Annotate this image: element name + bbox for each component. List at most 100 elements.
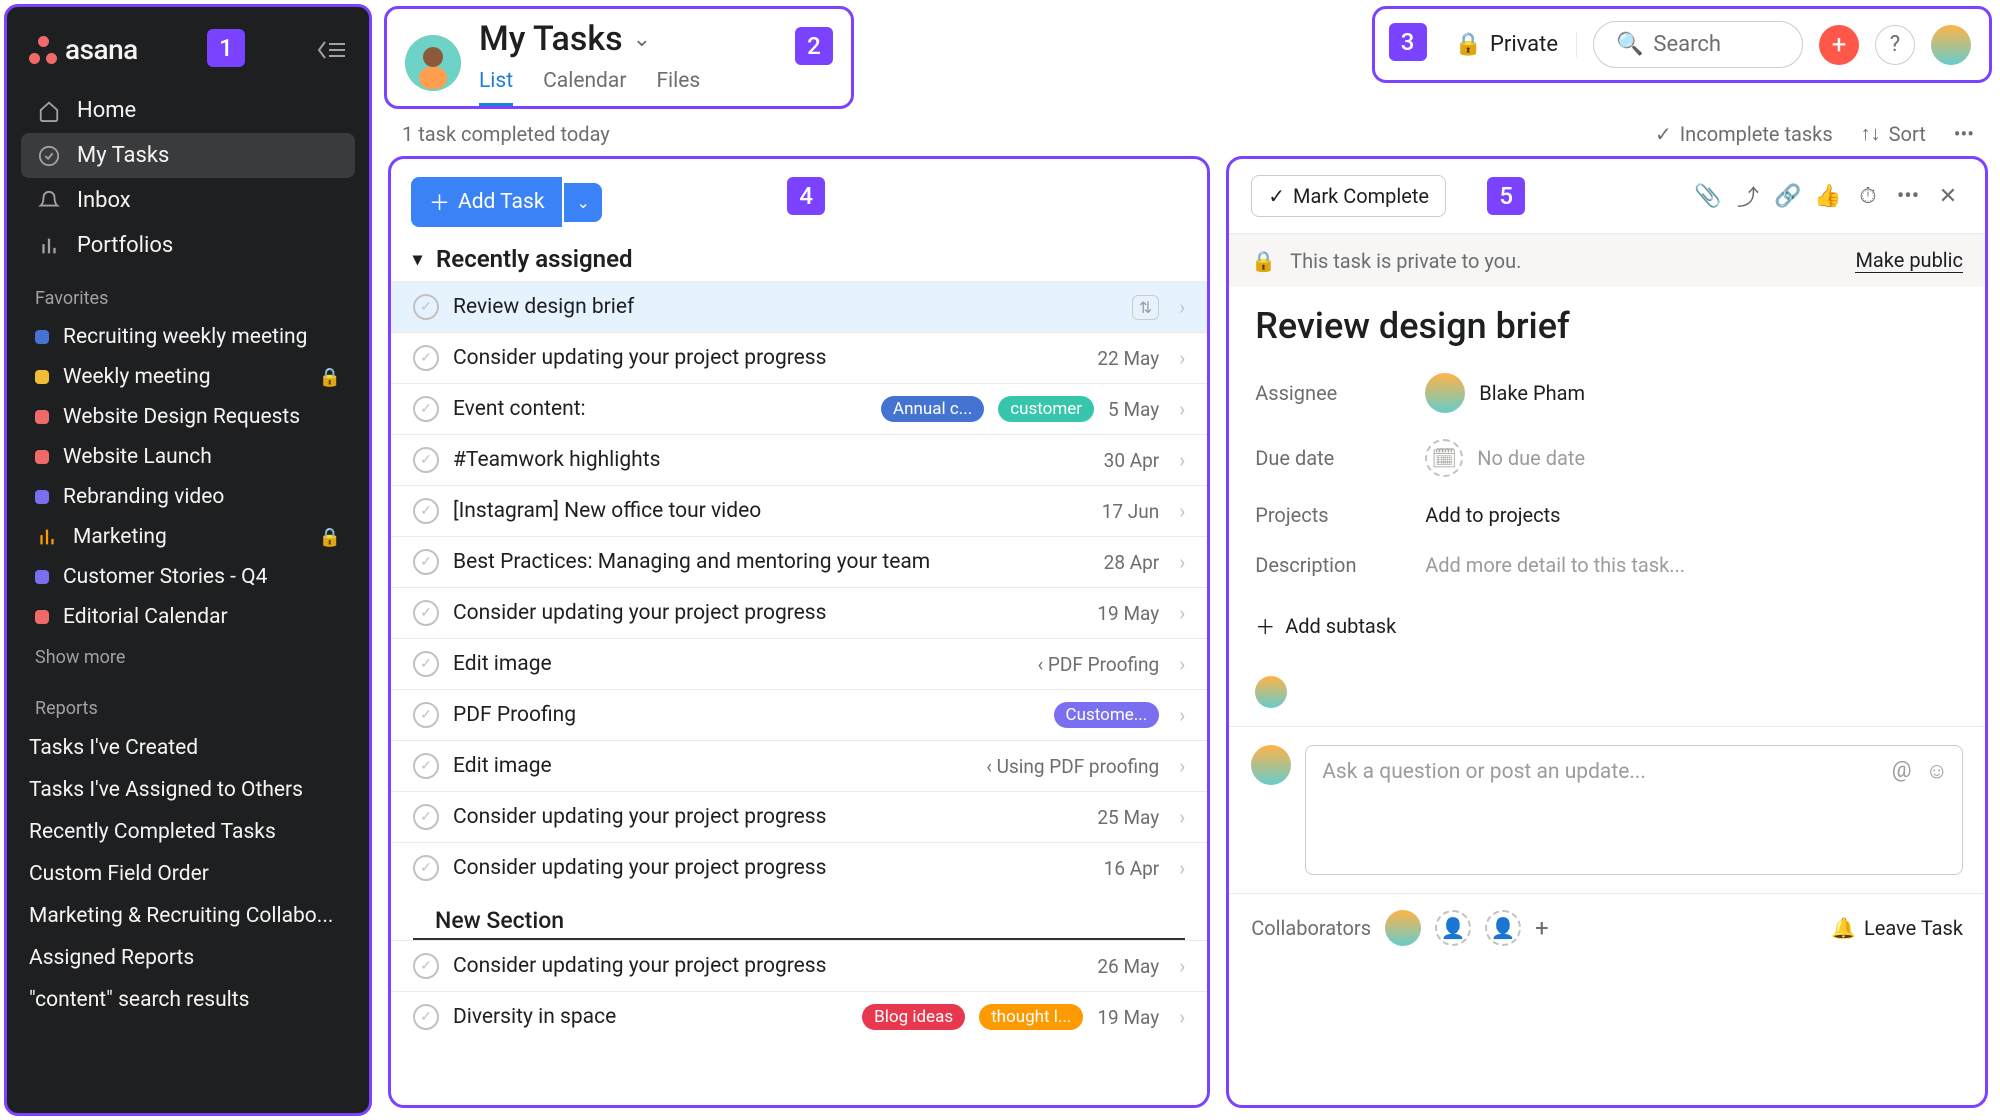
chevron-right-icon: ›	[1179, 295, 1185, 319]
color-dot	[35, 570, 49, 584]
mention-icon[interactable]: @	[1892, 758, 1912, 784]
favorite-item[interactable]: Website Design Requests	[7, 397, 369, 437]
complete-toggle[interactable]: ✓	[413, 294, 439, 320]
task-row[interactable]: ✓Consider updating your project progress…	[391, 332, 1207, 383]
make-public-link[interactable]: Make public	[1855, 248, 1963, 273]
nav-item-my-tasks[interactable]: My Tasks	[21, 133, 355, 178]
task-row[interactable]: ✓[Instagram] New office tour video17 Jun…	[391, 485, 1207, 536]
favorite-item[interactable]: Customer Stories - Q4	[7, 557, 369, 597]
task-tag[interactable]: thought l...	[979, 1004, 1083, 1030]
favorite-item[interactable]: Editorial Calendar	[7, 597, 369, 637]
help-button[interactable]: ?	[1875, 25, 1915, 65]
more-icon[interactable]: •••	[1893, 184, 1923, 209]
favorite-item[interactable]: Weekly meeting🔒	[7, 357, 369, 397]
more-icon[interactable]: •••	[1954, 122, 1974, 146]
link-icon[interactable]: 🔗	[1773, 184, 1803, 209]
add-subtask-button[interactable]: ＋ Add subtask	[1255, 603, 1959, 640]
task-tag[interactable]: customer	[998, 396, 1094, 422]
tab-list[interactable]: List	[479, 63, 513, 106]
search-input[interactable]: 🔍 Search	[1593, 21, 1803, 68]
add-collaborator-slot[interactable]: 👤	[1485, 910, 1521, 946]
task-row[interactable]: ✓Consider updating your project progress…	[391, 587, 1207, 638]
complete-toggle[interactable]: ✓	[413, 396, 439, 422]
emoji-icon[interactable]: ☺	[1926, 758, 1948, 784]
assignee-value[interactable]: Blake Pham	[1425, 373, 1585, 413]
complete-toggle[interactable]: ✓	[413, 753, 439, 779]
task-row[interactable]: ✓Edit image‹ PDF Proofing›	[391, 638, 1207, 689]
complete-toggle[interactable]: ✓	[413, 1004, 439, 1030]
description-value[interactable]: Add more detail to this task...	[1425, 553, 1685, 577]
task-row[interactable]: ✓Review design brief⇅›	[391, 281, 1207, 332]
report-item[interactable]: "content" search results	[7, 979, 369, 1021]
complete-toggle[interactable]: ✓	[413, 702, 439, 728]
nav-item-home[interactable]: Home	[21, 88, 355, 133]
favorite-item[interactable]: Rebranding video	[7, 477, 369, 517]
task-tag[interactable]: Blog ideas	[862, 1004, 965, 1030]
task-tag[interactable]: Custome...	[1054, 702, 1160, 728]
attachment-icon[interactable]: 📎	[1693, 184, 1723, 209]
task-row[interactable]: ✓#Teamwork highlights30 Apr›	[391, 434, 1207, 485]
report-item[interactable]: Assigned Reports	[7, 937, 369, 979]
timer-icon[interactable]: ⏱	[1853, 184, 1883, 209]
like-icon[interactable]: 👍	[1813, 184, 1843, 209]
add-task-button[interactable]: ＋ Add Task	[411, 177, 562, 227]
section-recently-assigned[interactable]: ▾ Recently assigned	[391, 237, 1207, 281]
mark-complete-button[interactable]: ✓ Mark Complete	[1251, 175, 1446, 217]
due-date-value[interactable]: 🗓 No due date	[1425, 439, 1585, 477]
task-tag[interactable]: Annual c...	[881, 396, 984, 422]
task-row[interactable]: ✓Edit image‹ Using PDF proofing›	[391, 740, 1207, 791]
plus-icon: ＋	[429, 187, 450, 217]
report-item[interactable]: Tasks I've Created	[7, 727, 369, 769]
task-row[interactable]: ✓Consider updating your project progress…	[391, 842, 1207, 893]
tab-calendar[interactable]: Calendar	[543, 63, 626, 106]
show-more-link[interactable]: Show more	[7, 637, 369, 678]
complete-toggle[interactable]: ✓	[413, 498, 439, 524]
user-avatar[interactable]	[405, 35, 461, 91]
task-title[interactable]: Review design brief	[1255, 305, 1959, 347]
complete-toggle[interactable]: ✓	[413, 600, 439, 626]
add-task-dropdown[interactable]: ⌄	[564, 183, 601, 222]
complete-toggle[interactable]: ✓	[413, 804, 439, 830]
leave-task-button[interactable]: 🔔 Leave Task	[1831, 916, 1963, 940]
collapse-sidebar-icon[interactable]	[317, 38, 347, 62]
complete-toggle[interactable]: ✓	[413, 345, 439, 371]
details-icon[interactable]: ⇅	[1132, 295, 1159, 320]
task-row[interactable]: ✓Consider updating your project progress…	[391, 940, 1207, 991]
due-date-label: Due date	[1255, 446, 1385, 470]
complete-toggle[interactable]: ✓	[413, 855, 439, 881]
report-item[interactable]: Marketing & Recruiting Collabo...	[7, 895, 369, 937]
tab-files[interactable]: Files	[656, 63, 700, 106]
chevron-down-icon[interactable]: ⌄	[633, 27, 651, 52]
task-row[interactable]: ✓PDF ProofingCustome...›	[391, 689, 1207, 740]
privacy-indicator[interactable]: 🔒 Private	[1455, 32, 1577, 57]
sort-button[interactable]: ↑↓ Sort	[1861, 121, 1926, 146]
complete-toggle[interactable]: ✓	[413, 953, 439, 979]
filter-incomplete[interactable]: ✓ Incomplete tasks	[1655, 122, 1833, 146]
report-item[interactable]: Recently Completed Tasks	[7, 811, 369, 853]
logo[interactable]: asana	[29, 33, 138, 66]
nav-item-inbox[interactable]: Inbox	[21, 178, 355, 223]
favorite-item[interactable]: Website Launch	[7, 437, 369, 477]
nav-item-portfolios[interactable]: Portfolios	[21, 223, 355, 268]
favorite-item[interactable]: Marketing🔒	[7, 517, 369, 557]
projects-value[interactable]: Add to projects	[1425, 503, 1560, 527]
complete-toggle[interactable]: ✓	[413, 651, 439, 677]
task-row[interactable]: ✓Best Practices: Managing and mentoring …	[391, 536, 1207, 587]
profile-avatar[interactable]	[1931, 25, 1971, 65]
close-icon[interactable]: ✕	[1933, 184, 1963, 209]
add-collaborator-button[interactable]: +	[1535, 914, 1549, 942]
report-item[interactable]: Custom Field Order	[7, 853, 369, 895]
favorite-item[interactable]: Recruiting weekly meeting	[7, 317, 369, 357]
report-item[interactable]: Tasks I've Assigned to Others	[7, 769, 369, 811]
task-row[interactable]: ✓Event content:Annual c...customer5 May›	[391, 383, 1207, 434]
collaborator-avatar[interactable]	[1385, 910, 1421, 946]
section-new[interactable]: New Section	[413, 893, 1185, 940]
task-row[interactable]: ✓Diversity in spaceBlog ideasthought l..…	[391, 991, 1207, 1042]
add-collaborator-slot[interactable]: 👤	[1435, 910, 1471, 946]
subtask-icon[interactable]: ⤴	[1733, 180, 1763, 212]
global-add-button[interactable]: +	[1819, 25, 1859, 65]
task-row[interactable]: ✓Consider updating your project progress…	[391, 791, 1207, 842]
complete-toggle[interactable]: ✓	[413, 549, 439, 575]
complete-toggle[interactable]: ✓	[413, 447, 439, 473]
comment-input[interactable]: Ask a question or post an update... @ ☺	[1305, 745, 1963, 875]
